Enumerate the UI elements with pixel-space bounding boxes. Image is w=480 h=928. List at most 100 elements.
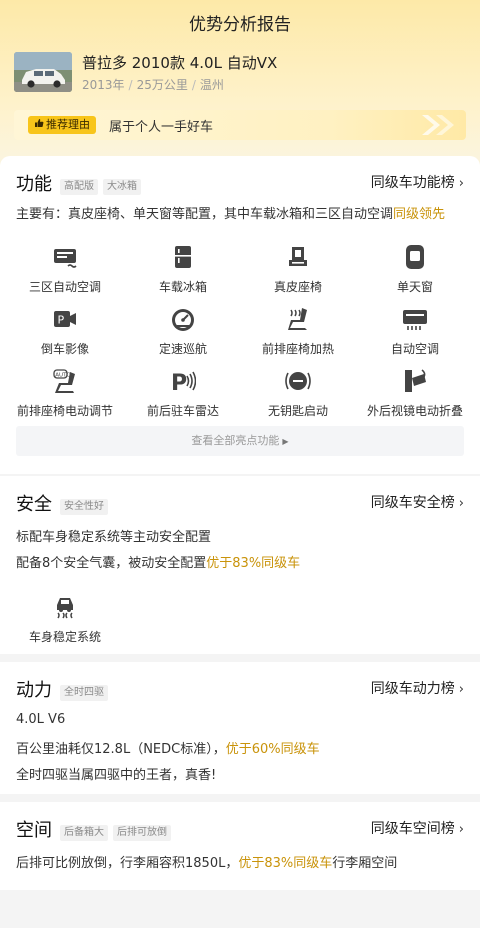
feature-item[interactable]: P 前后驻车雷达 [123,368,243,426]
safety-line-2: 配备8个安全气囊，被动安全配置优于83%同级车 [16,552,300,571]
car-info[interactable]: 普拉多 2010款 4.0L 自动VX 2013年/25万公里 / 温州 [14,52,466,96]
svg-text:P: P [58,314,65,327]
parking-radar-icon: P [170,368,196,394]
car-meta: 2013年/25万公里 / 温州 [82,76,224,93]
safety-line-2-highlight: 优于83%同级车 [206,556,301,571]
feature-desc-highlight: 同级领先 [393,207,446,222]
recommend-reason-tag: 推荐理由 [28,116,96,134]
seat-heating-icon [285,306,311,332]
space-line-1-suffix: 行李厢空间 [332,856,398,871]
power-line-3: 全时四驱当属四驱中的王者，真香! [16,768,217,783]
recommend-reason-label: 推荐理由 [46,118,90,131]
power-chip: 全时四驱 [60,685,108,701]
feature-item[interactable]: AUTO 前排座椅电动调节 [5,368,125,426]
power-title: 动力 [16,680,52,701]
see-all-label: 查看全部亮点功能 [191,434,280,447]
svg-text:AUTO: AUTO [55,373,71,379]
power-line-2-highlight: 优于60%同级车 [225,742,320,757]
feature-item[interactable]: 车载冰箱 [123,244,243,302]
sunroof-icon [402,244,428,270]
feature-label: 车身稳定系统 [28,630,101,644]
safety-card: 安全 安全性好 同级车安全榜 › 标配车身稳定系统等主动安全配置 配备8个安全气囊… [0,476,480,654]
feature-item[interactable]: 单天窗 [355,244,475,302]
feature-rank-link[interactable]: 同级车功能榜 › [371,172,464,192]
space-card: 空间 后备箱大 后排可放倒 同级车空间榜 › 后排可比例放倒，行李厢容积1850L，… [0,802,480,890]
feature-title: 功能 [16,174,52,195]
feature-chips: 高配版 大冰箱 [60,174,146,195]
meta-separator: / [128,78,133,92]
page-title: 优势分析报告 [189,15,291,35]
feature-label: 无钥匙启动 [267,404,328,418]
safety-header: 安全 安全性好 同级车安全榜 › [16,490,464,515]
feature-label: 车载冰箱 [158,280,207,294]
safety-title: 安全 [16,494,52,515]
feature-item[interactable]: 外后视镜电动折叠 [355,368,475,426]
feature-label: 外后视镜电动折叠 [366,404,463,418]
chevron-decoration-icon [416,112,462,138]
power-header: 动力 全时四驱 同级车动力榜 › [16,676,464,701]
rear-camera-icon: P [52,306,78,332]
chevron-right-icon: › [458,176,464,191]
feature-desc-text: 主要有：真皮座椅、单天窗等配置，其中车载冰箱和三区自动空调 [16,207,394,222]
feature-item[interactable]: P 倒车影像 [5,306,125,364]
see-all-features-button[interactable]: 查看全部亮点功能 ▶ [16,426,464,456]
car-thumbnail [14,52,72,92]
recommend-reason-text: 属于个人一手好车 [109,120,214,135]
feature-label: 倒车影像 [40,342,89,356]
space-line-1-text: 后排可比例放倒，行李厢容积1850L， [16,856,239,871]
space-rank-link[interactable]: 同级车空间榜 › [371,818,464,838]
power-card: 动力 全时四驱 同级车动力榜 › 4.0L V6 百公里油耗仅12.8L（NEDC… [0,662,480,794]
safety-chip: 安全性好 [60,499,108,515]
space-line-1: 后排可比例放倒，行李厢容积1850L，优于83%同级车行李厢空间 [16,852,397,871]
space-chips: 后备箱大 后排可放倒 [60,820,176,841]
mirror-fold-icon [402,368,428,394]
thumbs-up-icon [34,118,44,128]
space-header: 空间 后备箱大 后排可放倒 同级车空间榜 › [16,816,464,841]
safety-rank-label: 同级车安全榜 [370,495,455,511]
space-chip: 后备箱大 [60,825,108,841]
power-line-1: 4.0L V6 [16,712,66,727]
space-chip: 后排可放倒 [113,825,171,841]
feature-item[interactable]: 定速巡航 [123,306,243,364]
chevron-right-icon: › [458,682,464,697]
feature-header: 功能 高配版 大冰箱 同级车功能榜 › [16,170,464,195]
space-title: 空间 [16,820,52,841]
leather-seat-icon [285,244,311,270]
space-line-1-highlight: 优于83%同级车 [238,856,333,871]
feature-label: 前后驻车雷达 [146,404,219,418]
feature-item[interactable]: 无钥匙启动 [238,368,358,426]
feature-item[interactable]: 三区自动空调 [5,244,125,302]
feature-label: 自动空调 [390,342,439,356]
feature-item[interactable]: 前排座椅加热 [238,306,358,364]
fridge-icon [170,244,196,270]
power-line-2-text: 百公里油耗仅12.8L（NEDC标准）， [16,742,226,757]
report-page: 优势分析报告 普拉多 2010款 4.0L 自动VX 2013年/25万公里 / 温… [0,0,480,928]
safety-chips: 安全性好 [60,494,113,515]
feature-item[interactable]: 真皮座椅 [238,244,358,302]
feature-item[interactable]: 车身稳定系统 [5,594,125,652]
feature-label: 前排座椅加热 [261,342,334,356]
feature-item[interactable]: 自动空调 [355,306,475,364]
chevron-right-icon: › [458,496,464,511]
safety-line-2-text: 配备8个安全气囊，被动安全配置 [16,556,207,571]
cruise-gauge-icon [170,306,196,332]
safety-line-1: 标配车身稳定系统等主动安全配置 [16,530,212,545]
feature-label: 三区自动空调 [28,280,101,294]
safety-rank-link[interactable]: 同级车安全榜 › [371,492,464,512]
feature-chip: 大冰箱 [103,179,141,195]
car-city: 温州 [199,78,224,92]
auto-ac-icon [402,306,428,332]
power-seat-icon: AUTO [52,368,78,394]
car-year: 2013年 [82,78,125,92]
svg-text:P: P [171,371,187,394]
chevron-right-icon: › [458,822,464,837]
feature-chip: 高配版 [60,179,98,195]
car-title: 普拉多 2010款 4.0L 自动VX [82,54,278,72]
meta-separator: / [191,78,196,92]
feature-description: 主要有：真皮座椅、单天窗等配置，其中车载冰箱和三区自动空调同级领先 [16,203,445,222]
power-chips: 全时四驱 [60,680,113,701]
car-mileage: 25万公里 [136,78,188,92]
power-rank-link[interactable]: 同级车动力榜 › [371,678,464,698]
ac-panel-icon [52,244,78,270]
stability-control-icon [52,594,78,620]
